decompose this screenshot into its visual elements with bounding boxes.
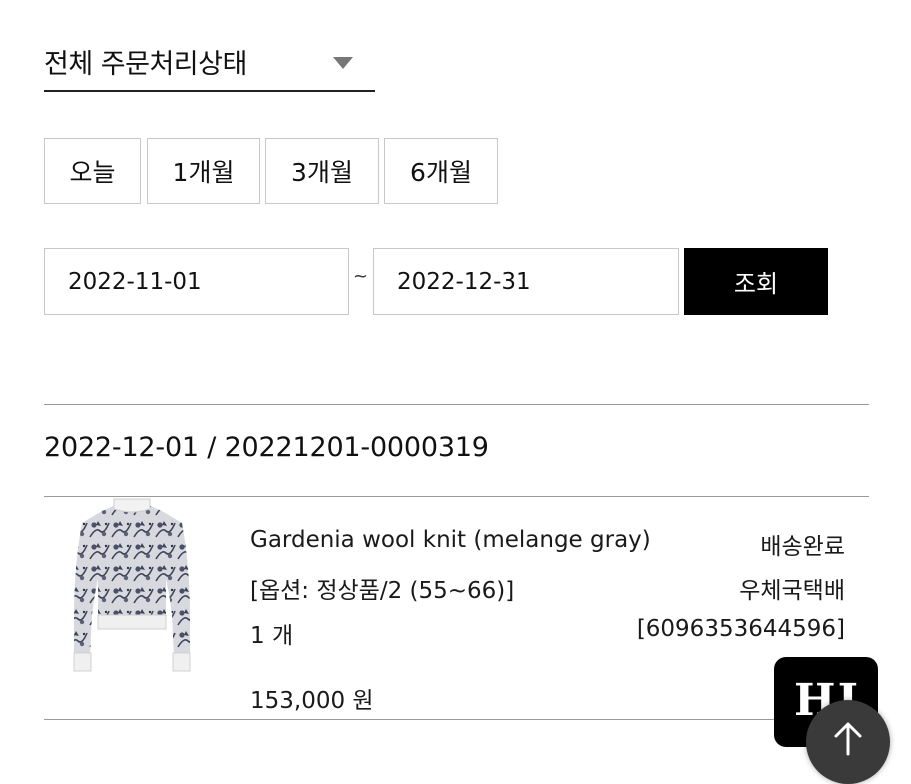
delivery-status: 배송완료 [760,534,845,560]
product-thumbnail-image[interactable] [66,497,198,675]
shipping-carrier: 우체국택배 [739,578,845,604]
date-range-separator: ~ [353,266,369,287]
period-today-button[interactable]: 오늘 [44,138,141,204]
search-button[interactable]: 조회 [684,248,828,315]
order-date-number[interactable]: 2022-12-01 / 20221201-0000319 [44,432,489,463]
product-option: [옵션: 정상품/2 (55~66)] [250,578,515,604]
order-status-label: 전체 주문처리상태 [44,49,247,80]
order-status-dropdown[interactable]: 전체 주문처리상태 [44,38,375,92]
date-to-input[interactable] [373,248,679,315]
product-quantity: 1 개 [250,623,294,649]
tracking-number-link[interactable]: [6096353644596] [637,616,845,642]
scroll-top-button[interactable] [806,700,890,784]
period-6-month-button[interactable]: 6개월 [384,138,498,204]
period-1-month-button[interactable]: 1개월 [147,138,260,204]
product-price: 153,000 원 [250,688,374,714]
arrow-up-icon [834,722,862,756]
caret-down-icon [333,57,353,69]
date-from-input[interactable] [44,248,349,315]
product-name[interactable]: Gardenia wool knit (melange gray) [250,527,651,553]
section-divider [44,404,869,405]
order-item-divider [44,719,869,720]
period-3-month-button[interactable]: 3개월 [265,138,379,204]
sweater-image [73,498,191,672]
